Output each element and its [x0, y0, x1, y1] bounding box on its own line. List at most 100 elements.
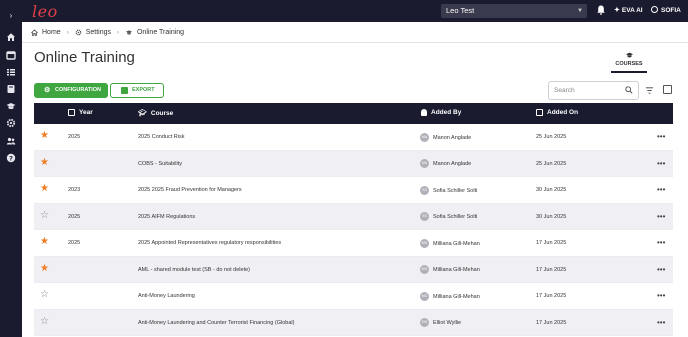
graduation-cap-icon[interactable]: [6, 101, 16, 111]
chevron-right-icon: ›: [116, 29, 119, 36]
users-icon[interactable]: [6, 136, 16, 146]
avatar: SS: [420, 212, 429, 221]
cell-added-by: MG Milliana Gill-Mehan: [420, 238, 480, 248]
home-icon[interactable]: [6, 32, 16, 42]
avatar: MG: [420, 238, 429, 248]
column-year[interactable]: Year: [68, 109, 93, 116]
avatar: MG: [420, 265, 429, 274]
avatar: MA: [420, 132, 429, 142]
breadcrumb-settings[interactable]: Settings: [86, 29, 111, 36]
table-row[interactable]: ★ 2025 2025 Conduct Risk MA Manon Anglade 25 …: [34, 124, 673, 151]
column-added-by[interactable]: Added By: [421, 109, 461, 116]
added-by-name: Manon Anglade: [433, 134, 472, 141]
cell-course[interactable]: COBS - Suitability: [138, 161, 182, 167]
table-settings-icon[interactable]: [663, 85, 672, 94]
table-row[interactable]: ☆ Anti-Money Laundering MG Milliana Gill-Me…: [34, 283, 673, 310]
user-menu[interactable]: SOFIA: [651, 6, 681, 14]
cell-course[interactable]: Anti-Money Laundering and Counter Terror…: [138, 320, 294, 326]
organization-select[interactable]: Leo Test ▼: [441, 4, 587, 18]
column-course-label: Course: [150, 109, 174, 117]
star-icon[interactable]: ☆: [40, 316, 49, 327]
added-by-name: Elliot Wyllie: [433, 319, 462, 326]
cell-added-by: MG Milliana Gill-Mehan: [420, 265, 480, 274]
graduation-cap-icon: 🎓︎: [138, 110, 147, 117]
user-icon: [421, 109, 427, 116]
cell-course[interactable]: 2025 Conduct Risk: [138, 134, 184, 140]
cell-added-by: EW Elliot Wyllie: [420, 318, 461, 327]
more-options-icon[interactable]: •••: [657, 238, 665, 247]
added-by-name: Sofia Schiller Solti: [433, 187, 478, 194]
main-content: Home › Settings › Online Training Online…: [22, 22, 688, 337]
star-icon[interactable]: ★: [40, 263, 49, 274]
table-row[interactable]: ★ 2023 2025 2025 Fraud Prevention for Mana…: [34, 177, 673, 204]
book-icon[interactable]: [6, 84, 16, 94]
column-year-label: Year: [79, 109, 93, 116]
cell-course[interactable]: 2025 Appointed Representatives regulator…: [138, 240, 281, 246]
configuration-button[interactable]: ⚙ CONFIGURATION: [34, 83, 108, 98]
search-input[interactable]: Search: [548, 81, 639, 100]
cell-year: 2023: [68, 187, 81, 193]
sparkle-icon: ✦: [614, 7, 620, 14]
list-icon[interactable]: [6, 67, 16, 77]
search-icon[interactable]: [625, 86, 633, 94]
help-icon[interactable]: ?: [6, 153, 16, 163]
page-title: Online Training: [34, 49, 135, 66]
table-row[interactable]: ★ COBS - Suitability MA Manon Anglade 25 Jun…: [34, 150, 673, 177]
added-by-name: Milliana Gill-Mehan: [433, 240, 480, 247]
chevron-right-icon[interactable]: ›: [6, 11, 16, 21]
cell-added-on: 17 Jun 2025: [536, 319, 567, 326]
star-icon[interactable]: ☆: [40, 210, 49, 221]
table-row[interactable]: ☆ 2025 2025 AIFM Regulations SS Sofia Schill…: [34, 203, 673, 230]
calendar-icon[interactable]: [6, 50, 16, 60]
star-icon[interactable]: ★: [40, 184, 49, 194]
configuration-button-label: CONFIGURATION: [55, 87, 102, 93]
table-header: Year 🎓︎ Course Added By Added On: [34, 103, 673, 124]
cell-added-by: MA Manon Anglade: [420, 132, 472, 142]
more-options-icon[interactable]: •••: [657, 159, 665, 168]
user-name: SOFIA: [661, 7, 681, 14]
bell-icon[interactable]: [597, 5, 605, 15]
cell-added-on: 25 Jun 2025: [536, 160, 567, 167]
cell-course[interactable]: Anti-Money Laundering: [138, 293, 195, 299]
added-by-name: Milliana Gill-Mehan: [433, 266, 480, 273]
gear-icon[interactable]: [6, 118, 16, 128]
column-added-on[interactable]: Added On: [536, 109, 578, 116]
breadcrumb-home[interactable]: Home: [42, 29, 61, 36]
leo-logo[interactable]: leo: [32, 2, 58, 21]
more-options-icon[interactable]: •••: [657, 318, 665, 327]
cell-course[interactable]: 2025 AIFM Regulations: [138, 214, 195, 220]
filter-icon[interactable]: [645, 86, 654, 95]
star-icon[interactable]: ★: [40, 131, 49, 141]
cell-added-by: MA Manon Anglade: [420, 159, 471, 168]
star-icon[interactable]: ★: [40, 237, 49, 247]
more-options-icon[interactable]: •••: [657, 132, 665, 141]
avatar: EW: [420, 318, 429, 327]
breadcrumb-divider: [22, 42, 688, 43]
star-icon[interactable]: ☆: [40, 290, 49, 300]
graduation-cap-icon: [625, 52, 633, 58]
avatar: SS: [420, 185, 429, 195]
more-options-icon[interactable]: •••: [657, 265, 665, 274]
table-row[interactable]: ☆ Anti-Money Laundering and Counter Terro…: [34, 309, 673, 336]
table-row[interactable]: ★ AML - shared module test (SB - do not d…: [34, 256, 673, 283]
user-circle-icon: [651, 6, 658, 13]
cell-added-on: 25 Jun 2025: [536, 134, 567, 140]
star-icon[interactable]: ★: [40, 157, 49, 168]
table-row[interactable]: ★ 2025 2025 Appointed Representatives regu…: [34, 230, 673, 257]
cell-added-on: 17 Jun 2025: [536, 266, 567, 273]
tab-active-indicator: [611, 71, 647, 73]
tab-courses[interactable]: COURSES: [611, 51, 647, 73]
more-options-icon[interactable]: •••: [657, 185, 665, 194]
chevron-down-icon: ▼: [577, 8, 583, 14]
more-options-icon[interactable]: •••: [657, 212, 665, 221]
gear-icon: ⚙: [44, 87, 51, 94]
column-course[interactable]: 🎓︎ Course: [138, 109, 174, 118]
export-button[interactable]: EXPORT: [110, 83, 164, 98]
cell-added-by: MG Milliana Gill-Mehan: [420, 291, 480, 301]
breadcrumb: Home › Settings › Online Training: [31, 29, 184, 36]
avatar: MA: [420, 159, 429, 168]
more-options-icon[interactable]: •••: [657, 291, 665, 300]
eva-ai-button[interactable]: ✦ EVA AI: [614, 6, 643, 14]
cell-course[interactable]: 2025 2025 Fraud Prevention for Managers: [138, 187, 242, 193]
cell-course[interactable]: AML - shared module test (SB - do not de…: [138, 267, 250, 273]
